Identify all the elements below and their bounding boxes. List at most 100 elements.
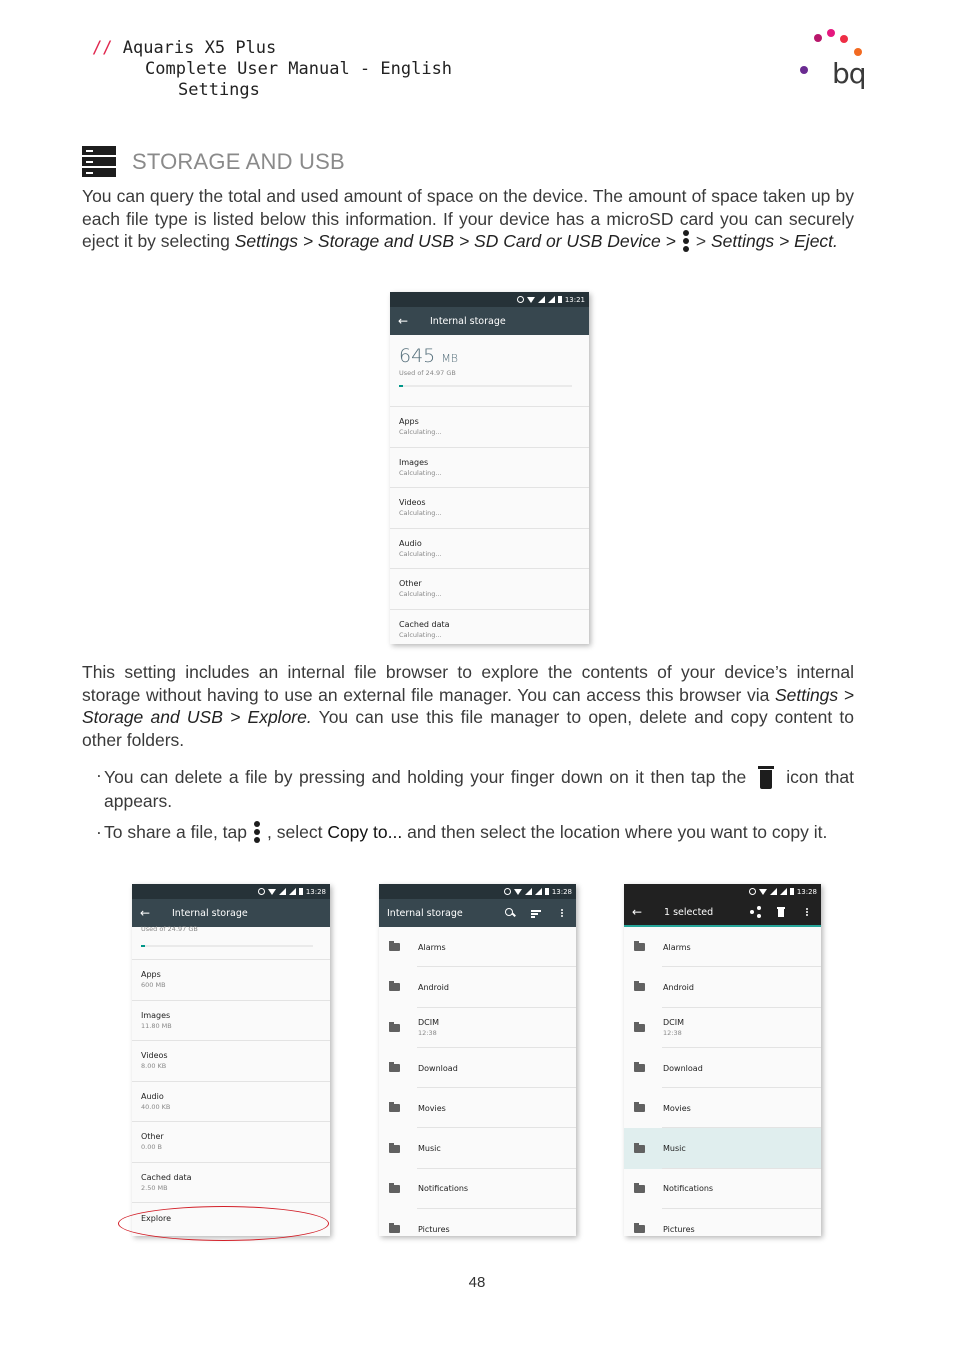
folder-date: 12:38 <box>418 1029 437 1038</box>
status-time: 13:28 <box>305 887 326 896</box>
storage-category-row[interactable]: Videos 8.00 KB <box>132 1041 330 1082</box>
storage-category-row[interactable]: Other Calculating... <box>390 569 589 610</box>
folder-name: Pictures <box>663 1224 695 1234</box>
back-arrow-icon[interactable]: ← <box>140 906 162 920</box>
folder-icon <box>389 1021 400 1032</box>
storage-category-row[interactable]: Apps 600 MB <box>132 960 330 1001</box>
sort-icon[interactable] <box>530 907 542 919</box>
category-title: Audio <box>399 538 422 548</box>
folder-row[interactable]: Pictures <box>624 1209 821 1236</box>
folder-row[interactable]: Alarms <box>379 927 576 968</box>
search-icon[interactable] <box>504 907 516 919</box>
folder-icon <box>389 941 400 952</box>
folder-row[interactable]: Music <box>624 1128 821 1170</box>
folder-name: Pictures <box>418 1224 450 1234</box>
category-title: Other <box>141 1132 164 1141</box>
wifi-icon <box>267 888 276 895</box>
folder-row[interactable]: Notifications <box>624 1169 821 1210</box>
folder-icon <box>389 1062 400 1073</box>
screenshot-file-browser: 13:28 Internal storage Alarms Android DCIM… <box>379 884 576 1236</box>
storage-category-row[interactable]: Videos Calculating... <box>390 488 589 529</box>
folder-name: Download <box>663 1063 703 1073</box>
storage-stack-icon <box>82 146 116 177</box>
folder-icon <box>634 1062 645 1073</box>
more-options-icon <box>253 821 261 843</box>
used-amount: 645 MB <box>399 345 459 367</box>
section-title: STORAGE AND USB <box>132 148 345 174</box>
folder-name: Alarms <box>418 942 446 952</box>
category-title: Videos <box>141 1051 168 1060</box>
bullet-delete: · You can delete a file by pressing and … <box>96 765 855 811</box>
folder-name: Notifications <box>418 1184 469 1194</box>
folder-name: Music <box>418 1144 441 1154</box>
storage-category-row[interactable]: Cached data Calculating... <box>390 610 589 645</box>
folder-icon <box>634 981 645 992</box>
selection-app-bar: ← 1 selected <box>624 899 821 927</box>
folder-row[interactable]: DCIM 12:38 <box>624 1008 821 1049</box>
back-arrow-icon[interactable]: ← <box>632 905 654 919</box>
folder-icon <box>389 1142 400 1153</box>
logo-dot <box>827 29 835 37</box>
folder-icon <box>634 1102 645 1113</box>
folder-row[interactable]: Android <box>624 967 821 1008</box>
category-size: Calculating... <box>399 468 442 477</box>
logo-dot <box>840 35 848 43</box>
category-size: 8.00 KB <box>141 1062 167 1070</box>
document-header: // Aquaris X5 Plus Complete User Manual … <box>92 38 452 101</box>
battery-icon <box>544 888 549 895</box>
folder-date: 12:38 <box>663 1029 682 1038</box>
storage-category-row[interactable]: Apps Calculating... <box>390 407 589 448</box>
progress-fill <box>399 385 404 387</box>
category-title: Apps <box>399 417 419 426</box>
category-title: Cached data <box>399 619 450 629</box>
browser-text: This setting includes an internal file b… <box>82 662 854 705</box>
signal-icon <box>288 888 296 895</box>
status-bar: 13:21 <box>390 292 589 307</box>
category-title: Cached data <box>141 1172 192 1182</box>
folder-icon <box>389 1223 400 1234</box>
more-options-icon[interactable] <box>801 906 813 918</box>
folder-row[interactable]: Pictures <box>379 1209 576 1236</box>
back-arrow-icon[interactable]: ← <box>398 314 420 328</box>
category-size: Calculating... <box>399 549 442 558</box>
folder-row[interactable]: Alarms <box>624 927 821 968</box>
folder-row[interactable]: Download <box>379 1048 576 1089</box>
folder-icon <box>634 1142 645 1153</box>
folder-icon <box>389 981 400 992</box>
used-of-total: Used of 24.97 GB <box>141 925 198 933</box>
category-size: Calculating... <box>399 630 442 639</box>
status-time: 13:28 <box>796 887 817 896</box>
folder-icon <box>634 1182 645 1193</box>
status-time: 13:28 <box>551 887 572 896</box>
signal-icon <box>534 888 542 895</box>
battery-icon <box>557 296 562 303</box>
folder-row[interactable]: Music <box>379 1128 576 1170</box>
storage-usage: 645 MB Used of 24.97 GB <box>390 335 589 407</box>
trash-icon[interactable] <box>775 906 787 918</box>
folder-row[interactable]: Android <box>379 967 576 1008</box>
more-options-icon[interactable] <box>556 907 568 919</box>
storage-category-row[interactable]: Images Calculating... <box>390 448 589 488</box>
storage-category-row[interactable]: Audio Calculating... <box>390 529 589 569</box>
folder-row[interactable]: DCIM 12:38 <box>379 1008 576 1049</box>
wifi-icon <box>526 296 535 303</box>
app-bar-title: Internal storage <box>387 907 463 919</box>
category-size: 600 MB <box>141 981 166 989</box>
bq-logo: bq <box>796 26 867 96</box>
storage-category-row[interactable]: Images 11.80 MB <box>132 1001 330 1041</box>
instruction-list: · You can delete a file by pressing and … <box>96 764 854 852</box>
manual-title: Complete User Manual - English <box>145 59 453 79</box>
wifi-icon <box>513 888 522 895</box>
folder-row[interactable]: Download <box>624 1048 821 1089</box>
app-bar-title: Internal storage <box>172 907 248 919</box>
share-icon[interactable] <box>749 906 761 918</box>
storage-category-row[interactable]: Audio 40.00 KB <box>132 1082 330 1122</box>
folder-row[interactable]: Movies <box>624 1088 821 1129</box>
storage-category-row[interactable]: Cached data 2.50 MB <box>132 1163 330 1203</box>
category-title: Other <box>399 579 422 588</box>
folder-row[interactable]: Movies <box>379 1088 576 1129</box>
folder-row[interactable]: Notifications <box>379 1169 576 1210</box>
storage-category-row[interactable]: Other 0.00 B <box>132 1122 330 1163</box>
chapter-title: Settings <box>178 80 260 100</box>
header-line-product: // Aquaris X5 Plus <box>92 38 452 59</box>
